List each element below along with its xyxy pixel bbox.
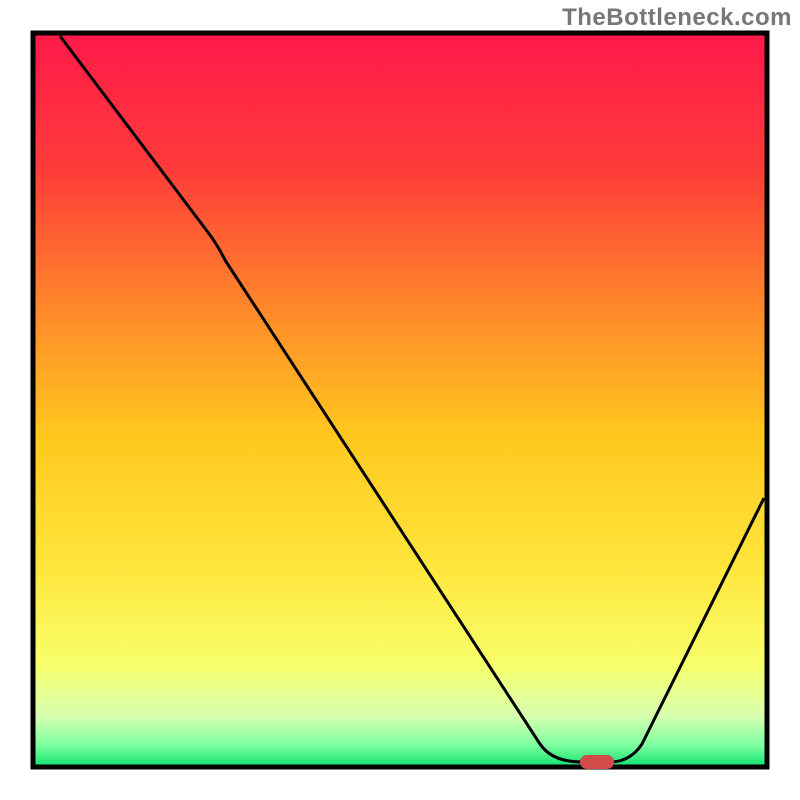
optimum-marker [580,755,614,769]
heatmap-background [33,33,767,767]
bottleneck-chart [30,30,770,770]
watermark-text: TheBottleneck.com [562,4,792,32]
